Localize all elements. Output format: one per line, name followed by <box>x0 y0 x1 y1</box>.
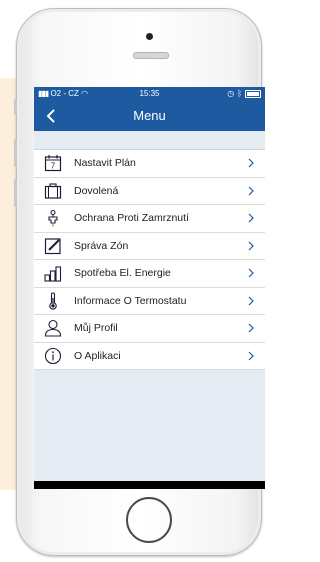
earpiece-speaker <box>133 52 169 59</box>
chevron-right-icon <box>243 186 259 196</box>
chevron-right-icon <box>243 296 259 306</box>
volume-up-button <box>14 139 17 167</box>
menu-item-label: Nastavit Plán <box>74 157 136 170</box>
menu-item-frost-protection[interactable]: Ochrana Proti Zamrznutí <box>34 205 265 233</box>
info-icon <box>43 346 63 366</box>
menu-item-label: Můj Profil <box>74 322 118 335</box>
nav-title: Menu <box>133 108 166 123</box>
menu-item-vacation[interactable]: Dovolená <box>34 178 265 205</box>
chevron-right-icon <box>243 351 259 361</box>
svg-text:7: 7 <box>51 162 56 171</box>
chevron-right-icon <box>243 268 259 278</box>
home-button[interactable] <box>126 497 172 543</box>
menu-item-label: O Aplikaci <box>74 349 121 362</box>
bluetooth-icon: ᛒ <box>237 89 242 98</box>
menu-item-plan[interactable]: 7 Nastavit Plán <box>34 150 265 178</box>
battery-icon <box>245 90 261 98</box>
front-camera <box>146 33 153 40</box>
status-right: ◷ ᛒ <box>227 87 261 101</box>
mute-switch <box>14 99 17 115</box>
menu-list: 7 Nastavit Plán Dovolená Ochrana Proti Z… <box>34 149 265 370</box>
chevron-right-icon <box>243 213 259 223</box>
menu-item-zones[interactable]: Správa Zón <box>34 233 265 260</box>
menu-item-energy[interactable]: Spotřeba El. Energie <box>34 260 265 288</box>
menu-item-profile[interactable]: Můj Profil <box>34 315 265 343</box>
faucet-icon <box>43 208 63 228</box>
menu-item-label: Ochrana Proti Zamrznutí <box>74 212 189 225</box>
bar-chart-icon <box>43 263 63 283</box>
menu-item-label: Dovolená <box>74 184 119 197</box>
screen-bottom-bar <box>34 481 265 489</box>
nav-bar: Menu <box>34 101 265 131</box>
chevron-right-icon <box>243 323 259 333</box>
phone-screen: ▮▮▮ O2 - CZ ◠ 15:35 ◷ ᛒ Menu 7 Nastavit … <box>34 87 265 489</box>
volume-down-button <box>14 179 17 207</box>
menu-item-thermostat-info[interactable]: Informace O Termostatu <box>34 288 265 315</box>
edit-icon <box>43 236 63 256</box>
calendar-icon: 7 <box>43 153 63 173</box>
menu-item-label: Informace O Termostatu <box>74 294 187 307</box>
thermometer-icon <box>43 291 63 311</box>
alarm-icon: ◷ <box>227 89 235 98</box>
menu-content: 7 Nastavit Plán Dovolená Ochrana Proti Z… <box>34 131 265 489</box>
status-bar: ▮▮▮ O2 - CZ ◠ 15:35 ◷ ᛒ <box>34 87 265 101</box>
suitcase-icon <box>43 181 63 201</box>
user-icon <box>43 318 63 338</box>
chevron-right-icon <box>243 241 259 251</box>
menu-item-label: Spotřeba El. Energie <box>74 267 171 280</box>
chevron-right-icon <box>243 158 259 168</box>
menu-item-about[interactable]: O Aplikaci <box>34 343 265 370</box>
menu-item-label: Správa Zón <box>74 239 129 252</box>
